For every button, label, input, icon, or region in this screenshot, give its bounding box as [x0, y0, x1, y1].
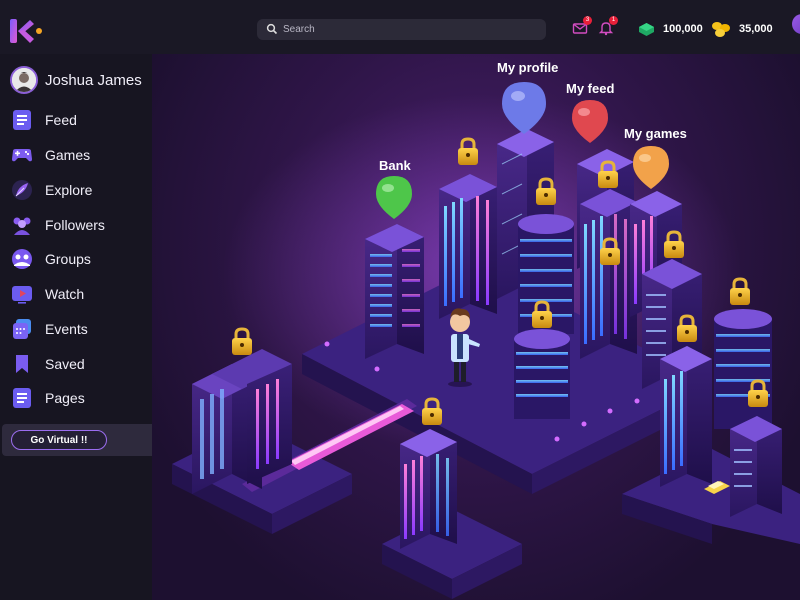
- sidebar-item-saved[interactable]: Saved: [10, 351, 85, 377]
- gem-balance: 100,000: [638, 20, 703, 38]
- coin-balance-value: 35,000: [739, 23, 773, 35]
- avatar: [10, 66, 38, 94]
- coin-balance: 35,000: [711, 20, 773, 38]
- go-virtual-row: Go Virtual !!: [2, 424, 152, 456]
- sidebar-item-events[interactable]: Events: [10, 316, 88, 342]
- mail-button[interactable]: 3: [572, 16, 592, 36]
- user-avatar-top[interactable]: [792, 14, 800, 34]
- virtual-city-scene[interactable]: My profile My feed My games Bank: [152, 54, 800, 600]
- feather-icon: [12, 180, 32, 200]
- sidebar-item-games[interactable]: Games: [10, 142, 90, 168]
- sidebar: Joshua James Feed Games Explore Follower…: [0, 54, 152, 600]
- calendar-icon: [13, 319, 31, 339]
- bell-badge: 1: [609, 16, 618, 25]
- go-virtual-button[interactable]: Go Virtual !!: [11, 430, 107, 450]
- groups-icon: [12, 249, 32, 269]
- sidebar-item-feed[interactable]: Feed: [10, 107, 77, 133]
- sidebar-item-pages[interactable]: Pages: [10, 385, 85, 411]
- building-right-cylinder: [714, 309, 772, 429]
- building-bank: [365, 224, 424, 359]
- sidebar-item-label: Followers: [45, 217, 105, 233]
- top-bar: 3 1 100,000 35,000: [0, 0, 800, 54]
- coins-icon: [712, 21, 730, 37]
- gem-icon: [639, 22, 654, 36]
- building-mid-tower: [580, 189, 637, 359]
- sidebar-item-groups[interactable]: Groups: [10, 246, 91, 272]
- building-central-cylinder: [514, 329, 570, 419]
- profile-name: Joshua James: [45, 71, 142, 89]
- pages-icon: [13, 388, 31, 408]
- building-far-right: [730, 416, 782, 517]
- building-right-tower: [660, 346, 712, 487]
- sidebar-item-label: Events: [45, 321, 88, 337]
- sidebar-item-label: Saved: [45, 356, 85, 372]
- search-icon: [266, 23, 278, 35]
- search-bar[interactable]: [257, 19, 546, 40]
- sidebar-item-followers[interactable]: Followers: [10, 212, 105, 238]
- sidebar-item-label: Watch: [45, 286, 85, 302]
- search-input[interactable]: [283, 21, 533, 38]
- city-illustration: [172, 82, 800, 599]
- sidebar-item-label: Pages: [45, 390, 85, 406]
- notifications-button[interactable]: 1: [598, 16, 618, 36]
- followers-icon: [13, 217, 31, 235]
- pin-label-my-profile[interactable]: My profile: [497, 60, 558, 75]
- sidebar-item-label: Groups: [45, 251, 91, 267]
- mail-badge: 3: [583, 16, 592, 25]
- gamepad-icon: [12, 149, 32, 162]
- sidebar-item-watch[interactable]: Watch: [10, 281, 84, 307]
- bookmark-icon: [16, 355, 28, 373]
- building-bottom: [400, 429, 457, 549]
- sidebar-item-label: Feed: [45, 112, 77, 128]
- sidebar-item-explore[interactable]: Explore: [10, 177, 92, 203]
- app-logo[interactable]: [8, 17, 44, 47]
- profile-link[interactable]: Joshua James: [10, 66, 142, 94]
- building-tall-center: [439, 174, 497, 319]
- sidebar-item-label: Explore: [45, 182, 93, 198]
- pin-label-my-feed[interactable]: My feed: [566, 81, 614, 96]
- gem-balance-value: 100,000: [663, 23, 703, 35]
- sidebar-item-label: Games: [45, 147, 91, 163]
- play-icon: [12, 286, 32, 304]
- pin-label-bank[interactable]: Bank: [379, 158, 411, 173]
- pin-label-my-games[interactable]: My games: [624, 126, 687, 141]
- feed-icon: [13, 110, 31, 130]
